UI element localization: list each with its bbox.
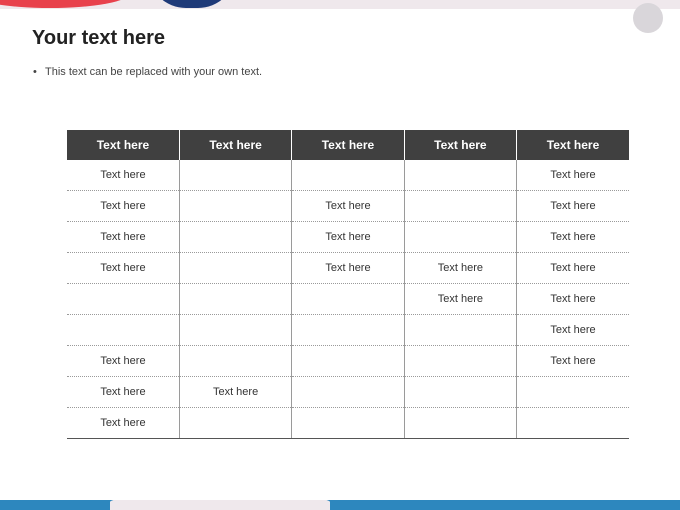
table-cell (178, 314, 292, 346)
table-row: Text here Text here Text here (67, 221, 629, 253)
table-cell (516, 376, 629, 408)
table-cell (403, 407, 517, 439)
table-row: Text here (67, 314, 629, 346)
table-cell: Text here (67, 345, 180, 377)
table-cell (403, 314, 517, 346)
bullet-label: This text can be replaced with your own … (45, 66, 263, 78)
table-cell: Text here (67, 160, 180, 191)
table-cell (178, 252, 292, 284)
table-cell: Text here (516, 160, 629, 191)
table-cell (403, 221, 517, 253)
column-header: Text here (516, 130, 629, 160)
table-cell (67, 283, 180, 315)
table-row: Text here Text here (67, 376, 629, 408)
table-cell (516, 407, 629, 439)
table-cell (178, 221, 292, 253)
table-cell: Text here (516, 221, 629, 253)
column-header: Text here (67, 130, 180, 160)
column-header: Text here (403, 130, 517, 160)
table-cell: Text here (516, 314, 629, 346)
table-cell (291, 345, 405, 377)
column-header: Text here (178, 130, 292, 160)
table-cell (291, 376, 405, 408)
bottom-decoration-shape (110, 500, 330, 510)
grey-circle-decoration (633, 3, 663, 33)
table-cell: Text here (516, 283, 629, 315)
table-cell: Text here (403, 283, 517, 315)
bottom-decoration-band (0, 500, 680, 510)
navy-decoration-shape (148, 0, 236, 8)
bullet-icon: • (33, 66, 37, 78)
table-cell (178, 160, 292, 191)
table-cell (291, 407, 405, 439)
table-cell (178, 283, 292, 315)
table-cell (67, 314, 180, 346)
table-cell (291, 160, 405, 191)
table-cell: Text here (67, 190, 180, 222)
table-row: Text here (67, 407, 629, 439)
table-cell: Text here (291, 190, 405, 222)
table-cell: Text here (67, 252, 180, 284)
table-cell: Text here (516, 345, 629, 377)
table-cell: Text here (178, 376, 292, 408)
table-cell (291, 314, 405, 346)
table-row: Text here Text here (67, 283, 629, 315)
table-cell (178, 345, 292, 377)
table-cell: Text here (403, 252, 517, 284)
top-decoration-band (0, 0, 680, 9)
table-header-row: Text here Text here Text here Text here … (67, 130, 629, 160)
table-cell (178, 407, 292, 439)
table-cell (178, 190, 292, 222)
table-row: Text here Text here Text here (67, 190, 629, 222)
table-cell: Text here (516, 252, 629, 284)
table-cell (403, 376, 517, 408)
table-cell: Text here (67, 221, 180, 253)
column-header: Text here (291, 130, 405, 160)
table-cell (403, 160, 517, 191)
red-decoration-shape (0, 0, 130, 8)
table-cell: Text here (291, 252, 405, 284)
table-cell (403, 190, 517, 222)
slide-title: Your text here (32, 27, 165, 49)
table-cell: Text here (67, 407, 180, 439)
table-row: Text here Text here (67, 345, 629, 377)
table-row: Text here Text here (67, 160, 629, 191)
table-cell: Text here (67, 376, 180, 408)
data-table: Text here Text here Text here Text here … (67, 130, 629, 439)
table-cell: Text here (516, 190, 629, 222)
table-cell: Text here (291, 221, 405, 253)
table-cell (403, 345, 517, 377)
table-cell (291, 283, 405, 315)
table-row: Text here Text here Text here Text here (67, 252, 629, 284)
bullet-text: • This text can be replaced with your own… (33, 66, 262, 78)
